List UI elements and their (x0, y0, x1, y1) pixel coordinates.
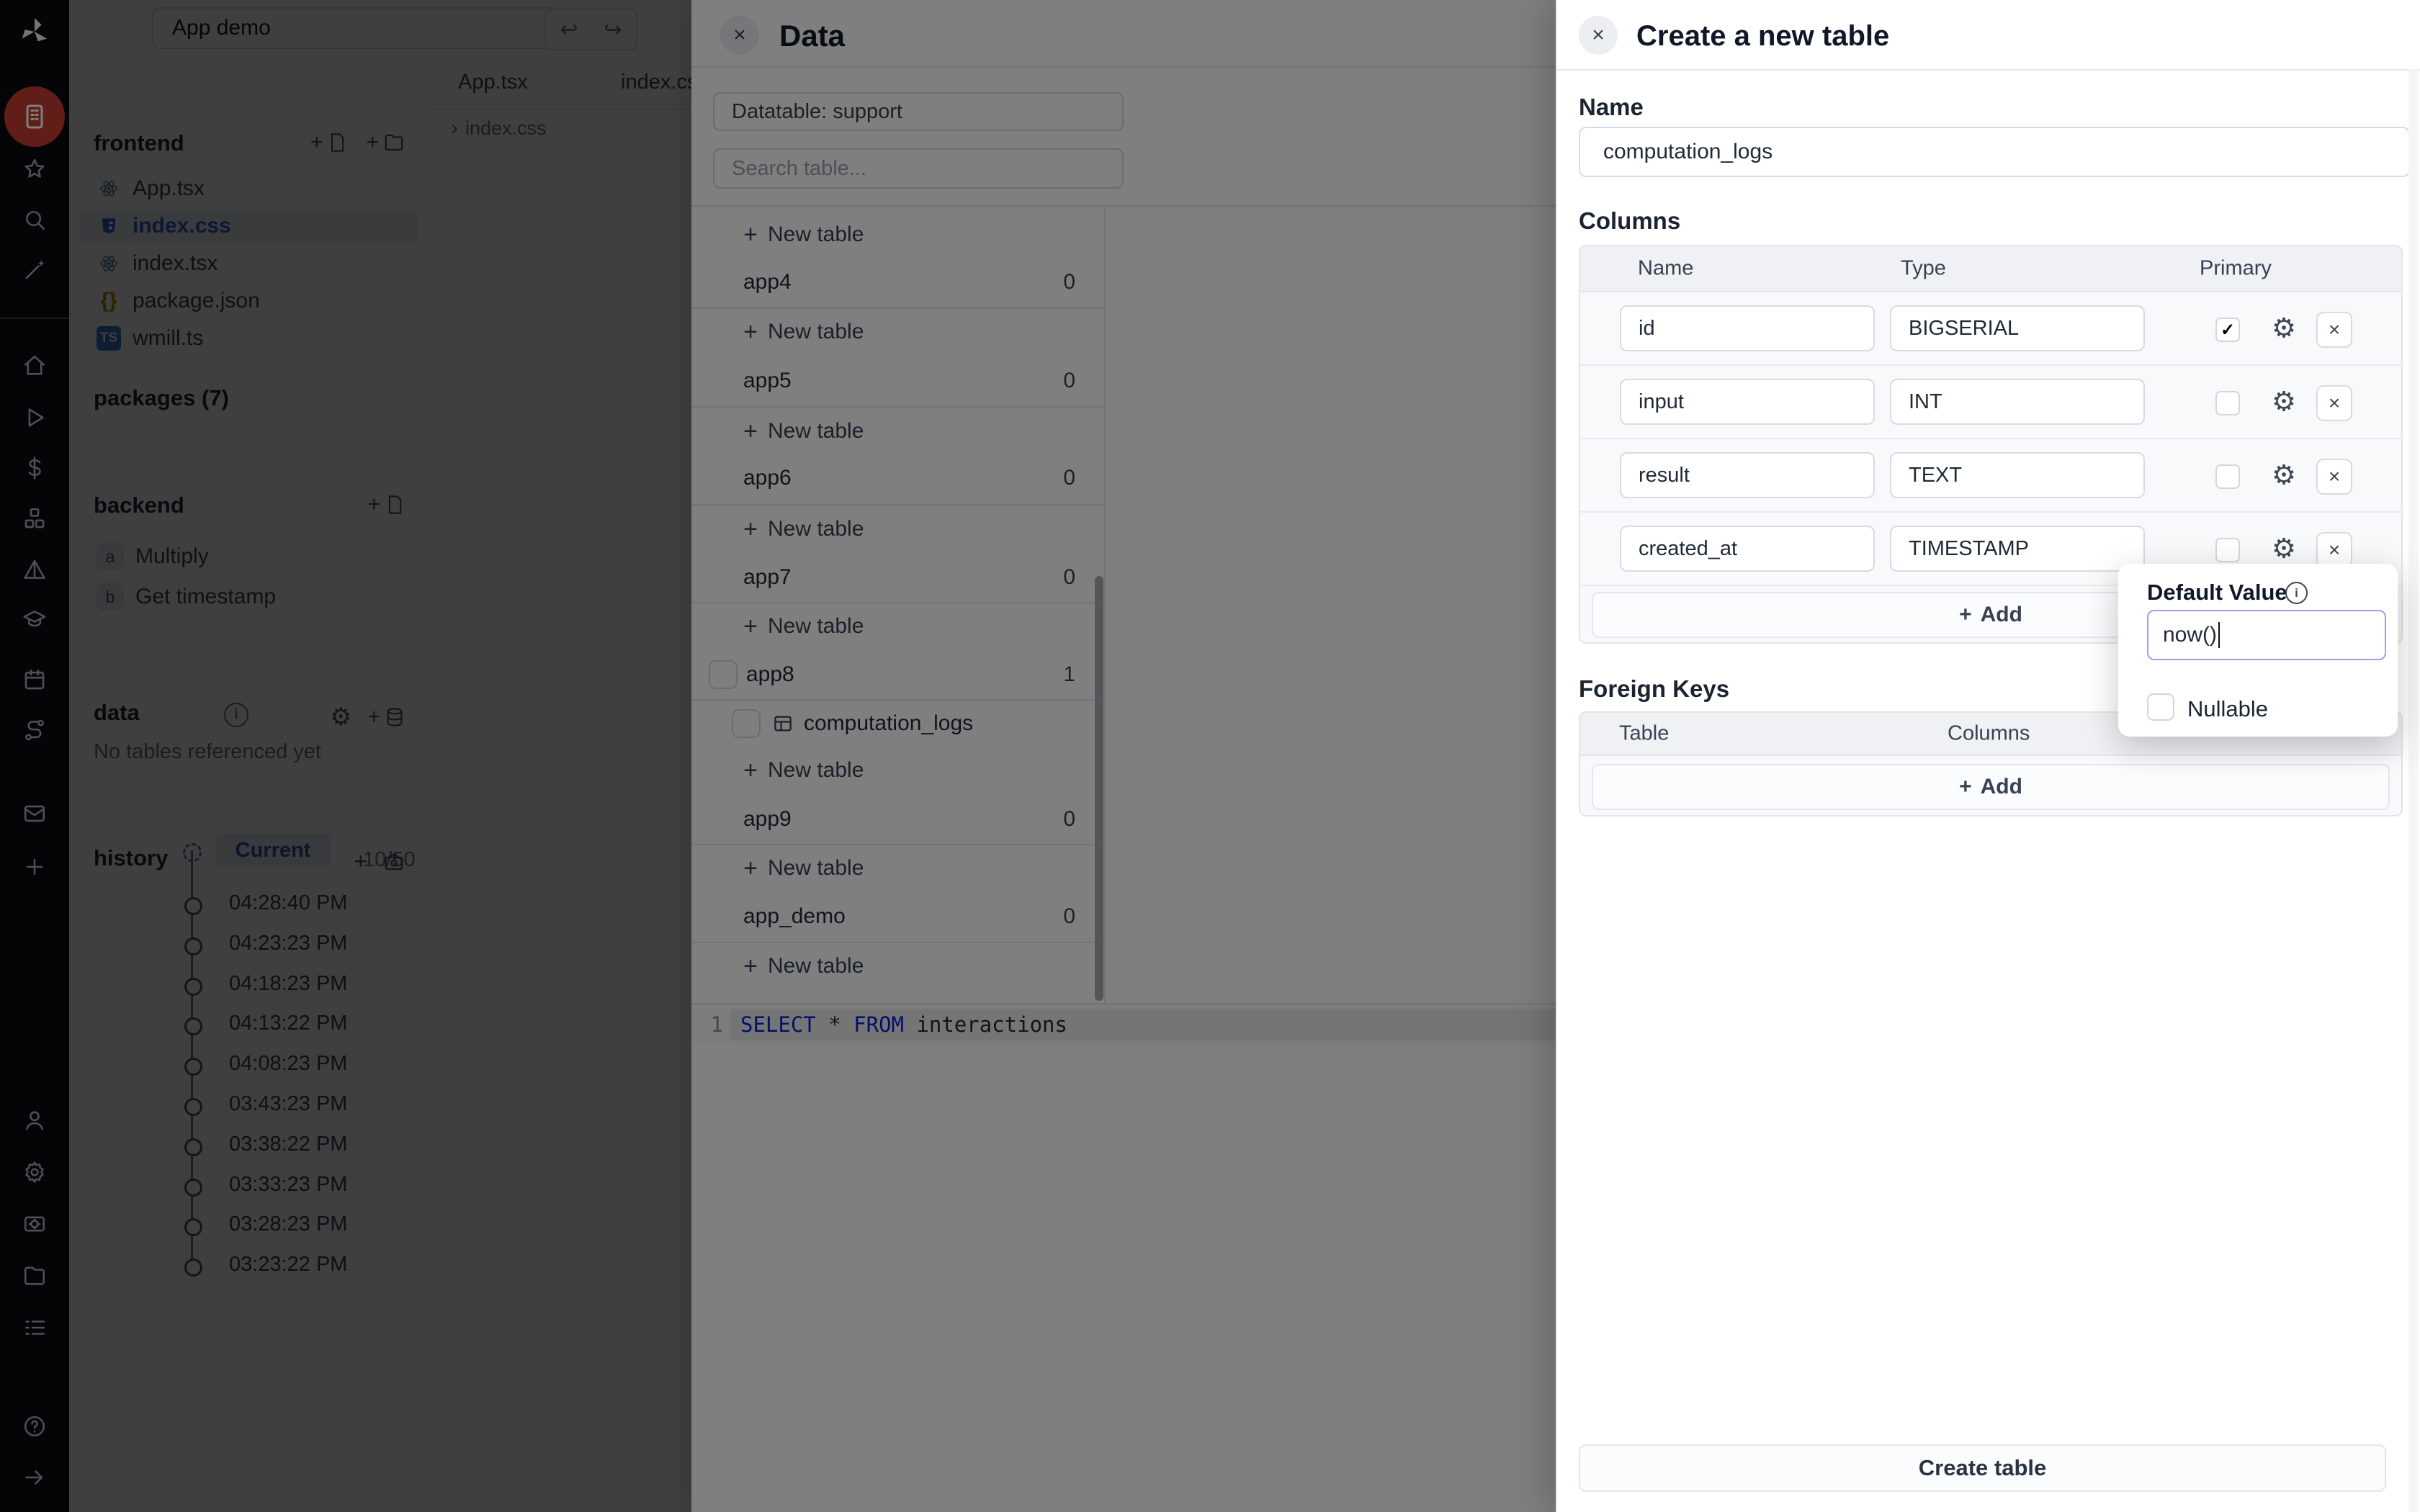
column-type-input[interactable]: TIMESTAMP (1890, 526, 2145, 572)
remove-column-button[interactable]: × (2316, 385, 2352, 421)
column-row-result: result TEXT ⚙ × (1580, 439, 2401, 513)
fk-header-table: Table (1619, 722, 1669, 746)
panel-scrollbar-track[interactable] (2408, 69, 2419, 1512)
plus-icon: + (1959, 775, 1972, 799)
column-type-input[interactable]: BIGSERIAL (1890, 305, 2145, 351)
default-value-label: Default Value (2147, 580, 2287, 606)
primary-checkbox[interactable]: ✓ (2215, 318, 2240, 342)
windmill-app-editor: ↩ ↪ frontend + + App.tsxindex.cssindex.t… (0, 0, 2420, 1512)
primary-checkbox[interactable] (2215, 391, 2240, 415)
divider (1557, 69, 2420, 71)
info-icon[interactable]: i (2285, 582, 2308, 604)
close-icon: × (1592, 23, 1605, 48)
name-label: Name (1579, 94, 1644, 121)
col-header-primary: Primary (2200, 257, 2272, 281)
col-header-type: Type (1901, 257, 1946, 281)
column-name-input[interactable]: result (1620, 452, 1875, 498)
column-name-input[interactable]: created_at (1620, 526, 1875, 572)
foreign-keys-label: Foreign Keys (1579, 675, 1729, 703)
default-value-input[interactable]: now() (2147, 610, 2386, 660)
column-type-input[interactable]: TEXT (1890, 452, 2145, 498)
nullable-label: Nullable (2187, 696, 2268, 722)
column-row-input: input INT ⚙ × (1580, 366, 2401, 439)
column-name-input[interactable]: id (1620, 305, 1875, 351)
columns-table-header: Name Type Primary (1580, 246, 2401, 292)
column-row-id: id BIGSERIAL ✓ ⚙ × (1580, 292, 2401, 366)
fk-add-row: + Add (1580, 756, 2401, 815)
primary-checkbox[interactable] (2215, 464, 2240, 489)
column-settings-gear-icon[interactable]: ⚙ (2272, 386, 2296, 418)
text-caret (2218, 622, 2220, 648)
fk-header-columns: Columns (1948, 722, 2030, 746)
add-foreign-key-button[interactable]: + Add (1592, 764, 2390, 810)
panel-backdrop[interactable] (0, 0, 1556, 1512)
column-settings-gear-icon[interactable]: ⚙ (2272, 533, 2296, 565)
remove-column-button[interactable]: × (2316, 459, 2352, 495)
column-type-input[interactable]: INT (1890, 379, 2145, 425)
default-value-text: now() (2163, 623, 2217, 647)
nullable-checkbox[interactable] (2147, 693, 2174, 721)
column-settings-gear-icon[interactable]: ⚙ (2272, 312, 2296, 345)
create-table-panel: × Create a new table Name Columns Name T… (1556, 0, 2420, 1512)
panel-title: Create a new table (1636, 20, 1889, 53)
add-label: Add (1981, 775, 2022, 799)
panel-close-button[interactable]: × (1579, 16, 1618, 55)
columns-label: Columns (1579, 207, 1680, 235)
default-value-popup: Default Value i now() Nullable (2118, 564, 2398, 737)
column-settings-gear-icon[interactable]: ⚙ (2272, 459, 2296, 492)
remove-column-button[interactable]: × (2316, 532, 2352, 568)
column-name-input[interactable]: input (1620, 379, 1875, 425)
create-table-label: Create table (1919, 1455, 2046, 1481)
create-table-button[interactable]: Create table (1579, 1444, 2386, 1492)
col-header-name: Name (1638, 257, 1693, 281)
remove-column-button[interactable]: × (2316, 312, 2352, 348)
table-name-input[interactable] (1579, 127, 2410, 177)
plus-icon: + (1959, 603, 1972, 627)
add-label: Add (1981, 603, 2022, 627)
primary-checkbox[interactable] (2215, 538, 2240, 562)
